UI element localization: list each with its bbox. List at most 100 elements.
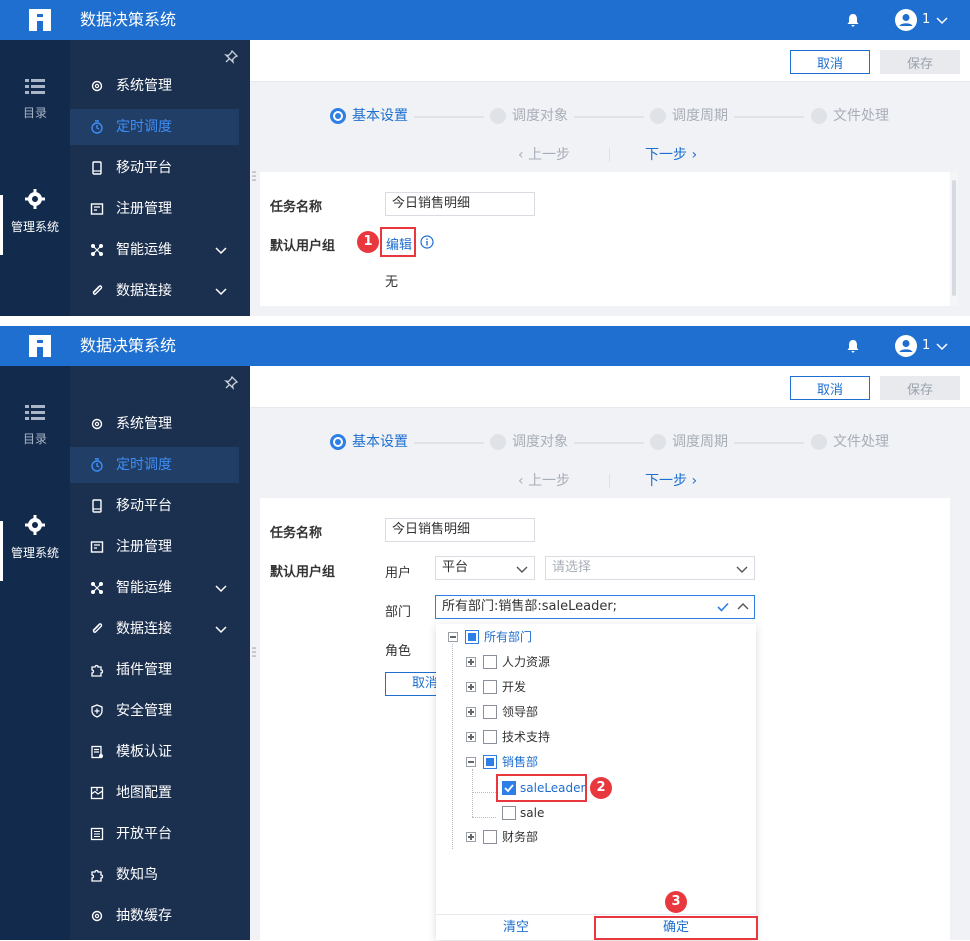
menu-item-security[interactable]: 安全管理 xyxy=(70,693,250,729)
cancel-button[interactable]: 取消 xyxy=(790,50,870,74)
rail-item-admin[interactable]: 管理系统 xyxy=(0,514,70,561)
tree-checkbox[interactable] xyxy=(483,655,497,669)
menu-item-ops[interactable]: 智能运维 xyxy=(70,232,250,268)
step-dot xyxy=(490,434,506,450)
rail-item-admin[interactable]: 管理系统 xyxy=(0,188,70,235)
task-name-input[interactable]: 今日销售明细 xyxy=(385,518,535,542)
chevron-down-icon[interactable] xyxy=(936,341,948,351)
chevron-down-icon[interactable] xyxy=(936,15,948,25)
tree-node[interactable]: sale xyxy=(520,804,544,824)
tree-node[interactable]: 人力资源 xyxy=(502,653,550,673)
rail-admin-label: 管理系统 xyxy=(10,546,59,560)
chevron-down-icon xyxy=(516,566,528,573)
menu-item-map[interactable]: 地图配置 xyxy=(70,775,250,811)
menu-item-template-cert[interactable]: 模板认证 xyxy=(70,734,250,770)
chevron-up-icon[interactable] xyxy=(737,602,749,612)
expand-toggle[interactable] xyxy=(466,732,476,742)
avatar[interactable] xyxy=(895,335,917,357)
tree-checkbox[interactable] xyxy=(483,755,497,769)
avatar[interactable] xyxy=(895,9,917,31)
rail-item-catalog[interactable]: 目录 xyxy=(0,404,70,447)
side-menu: 系统管理 定时调度 移动平台 注册管理 智能运维 数据连接 xyxy=(70,40,250,316)
menu-label: 定时调度 xyxy=(116,119,172,135)
expand-toggle[interactable] xyxy=(466,707,476,717)
bell-icon[interactable] xyxy=(845,12,861,28)
prev-step-button[interactable]: ‹ 上一步 xyxy=(518,144,570,164)
bell-icon[interactable] xyxy=(845,338,861,354)
tree-node[interactable]: 财务部 xyxy=(502,828,538,848)
tree-node[interactable]: 销售部 xyxy=(502,753,538,773)
tree-checkbox[interactable] xyxy=(502,806,516,820)
tree-node[interactable]: 领导部 xyxy=(502,703,538,723)
info-icon[interactable] xyxy=(420,235,434,249)
dept-label: 部门 xyxy=(385,605,412,620)
menu-item-schedule[interactable]: 定时调度 xyxy=(70,447,239,483)
expand-toggle[interactable] xyxy=(466,832,476,842)
user-name[interactable]: 1 xyxy=(922,326,930,366)
menu-label: 抽数缓存 xyxy=(116,908,172,924)
prev-step-button[interactable]: ‹ 上一步 xyxy=(518,470,570,490)
cancel-button[interactable]: 取消 xyxy=(790,376,870,400)
menu-label: 数据连接 xyxy=(116,621,172,637)
catalog-icon xyxy=(25,405,45,420)
gear-icon xyxy=(91,80,103,92)
tree-node[interactable]: 技术支持 xyxy=(502,728,550,748)
pin-icon[interactable] xyxy=(224,50,238,64)
top-bar: 数据决策系统 1 xyxy=(0,326,970,366)
user-select[interactable]: 请选择 xyxy=(545,556,755,580)
save-button[interactable]: 保存 xyxy=(880,50,960,74)
menu-item-dataconn[interactable]: 数据连接 xyxy=(70,611,250,647)
tree-checkbox[interactable] xyxy=(483,680,497,694)
menu-item-dataconn[interactable]: 数据连接 xyxy=(70,273,250,309)
tree-checkbox[interactable] xyxy=(465,630,479,644)
menu-item-ops[interactable]: 智能运维 xyxy=(70,570,250,606)
menu-item-mobile[interactable]: 移动平台 xyxy=(70,488,250,524)
menu-item-extract-cache[interactable]: 抽数缓存 xyxy=(70,898,250,934)
tree-node[interactable]: 开发 xyxy=(502,678,526,698)
register-icon xyxy=(90,203,104,215)
drag-handle-icon[interactable] xyxy=(252,170,256,182)
dept-select[interactable]: 所有部门:销售部:saleLeader; xyxy=(435,595,755,619)
step-dot xyxy=(330,434,346,450)
rail-item-catalog[interactable]: 目录 xyxy=(0,78,70,121)
step-label: 调度周期 xyxy=(672,434,728,450)
menu-item-mobile[interactable]: 移动平台 xyxy=(70,150,250,186)
tree-checkbox[interactable] xyxy=(483,705,497,719)
menu-item-schedule[interactable]: 定时调度 xyxy=(70,109,239,145)
tree-checkbox[interactable] xyxy=(483,730,497,744)
menu-item-plugins[interactable]: 插件管理 xyxy=(70,652,250,688)
edit-link[interactable]: 编辑 xyxy=(386,234,412,253)
save-button[interactable]: 保存 xyxy=(880,376,960,400)
expand-toggle[interactable] xyxy=(466,682,476,692)
user-name[interactable]: 1 xyxy=(922,0,930,40)
collapse-toggle[interactable] xyxy=(466,757,476,767)
menu-item-register[interactable]: 注册管理 xyxy=(70,191,250,227)
next-step-button[interactable]: 下一步 › xyxy=(645,144,697,164)
step-connector xyxy=(414,116,484,118)
expand-toggle[interactable] xyxy=(466,657,476,667)
pin-icon[interactable] xyxy=(224,376,238,390)
toolbar: 取消 保存 xyxy=(250,40,970,82)
tree-checkbox-checked[interactable] xyxy=(502,781,516,795)
step-label: 调度对象 xyxy=(512,108,568,124)
menu-item-shuzhiniao[interactable]: 数知鸟 xyxy=(70,857,250,893)
next-step-button[interactable]: 下一步 › xyxy=(645,470,697,490)
certificate-icon xyxy=(91,745,103,759)
drag-handle-icon[interactable] xyxy=(252,646,256,658)
menu-item-register[interactable]: 注册管理 xyxy=(70,529,250,565)
tree-node-saleleader[interactable]: saleLeader xyxy=(520,779,585,799)
menu-item-open-platform[interactable]: 开放平台 xyxy=(70,816,250,852)
scrollbar-thumb[interactable] xyxy=(952,180,956,296)
user-group-label: 默认用户组 xyxy=(270,239,336,254)
menu-item-system[interactable]: 系统管理 xyxy=(70,406,250,442)
menu-item-system[interactable]: 系统管理 xyxy=(70,68,250,104)
screenshot-step-1: 数据决策系统 1 目录 管理系统 系统管理 定时调度 移动平台 注册管理 智能运… xyxy=(0,0,970,316)
tree-node-root[interactable]: 所有部门 xyxy=(484,628,532,648)
collapse-toggle[interactable] xyxy=(448,632,458,642)
tree-checkbox[interactable] xyxy=(483,830,497,844)
clear-button[interactable]: 清空 xyxy=(436,915,596,941)
puzzle-icon xyxy=(91,664,104,677)
task-name-input[interactable]: 今日销售明细 xyxy=(385,192,535,216)
user-group-none: 无 xyxy=(385,275,399,290)
gear-icon xyxy=(91,910,103,922)
